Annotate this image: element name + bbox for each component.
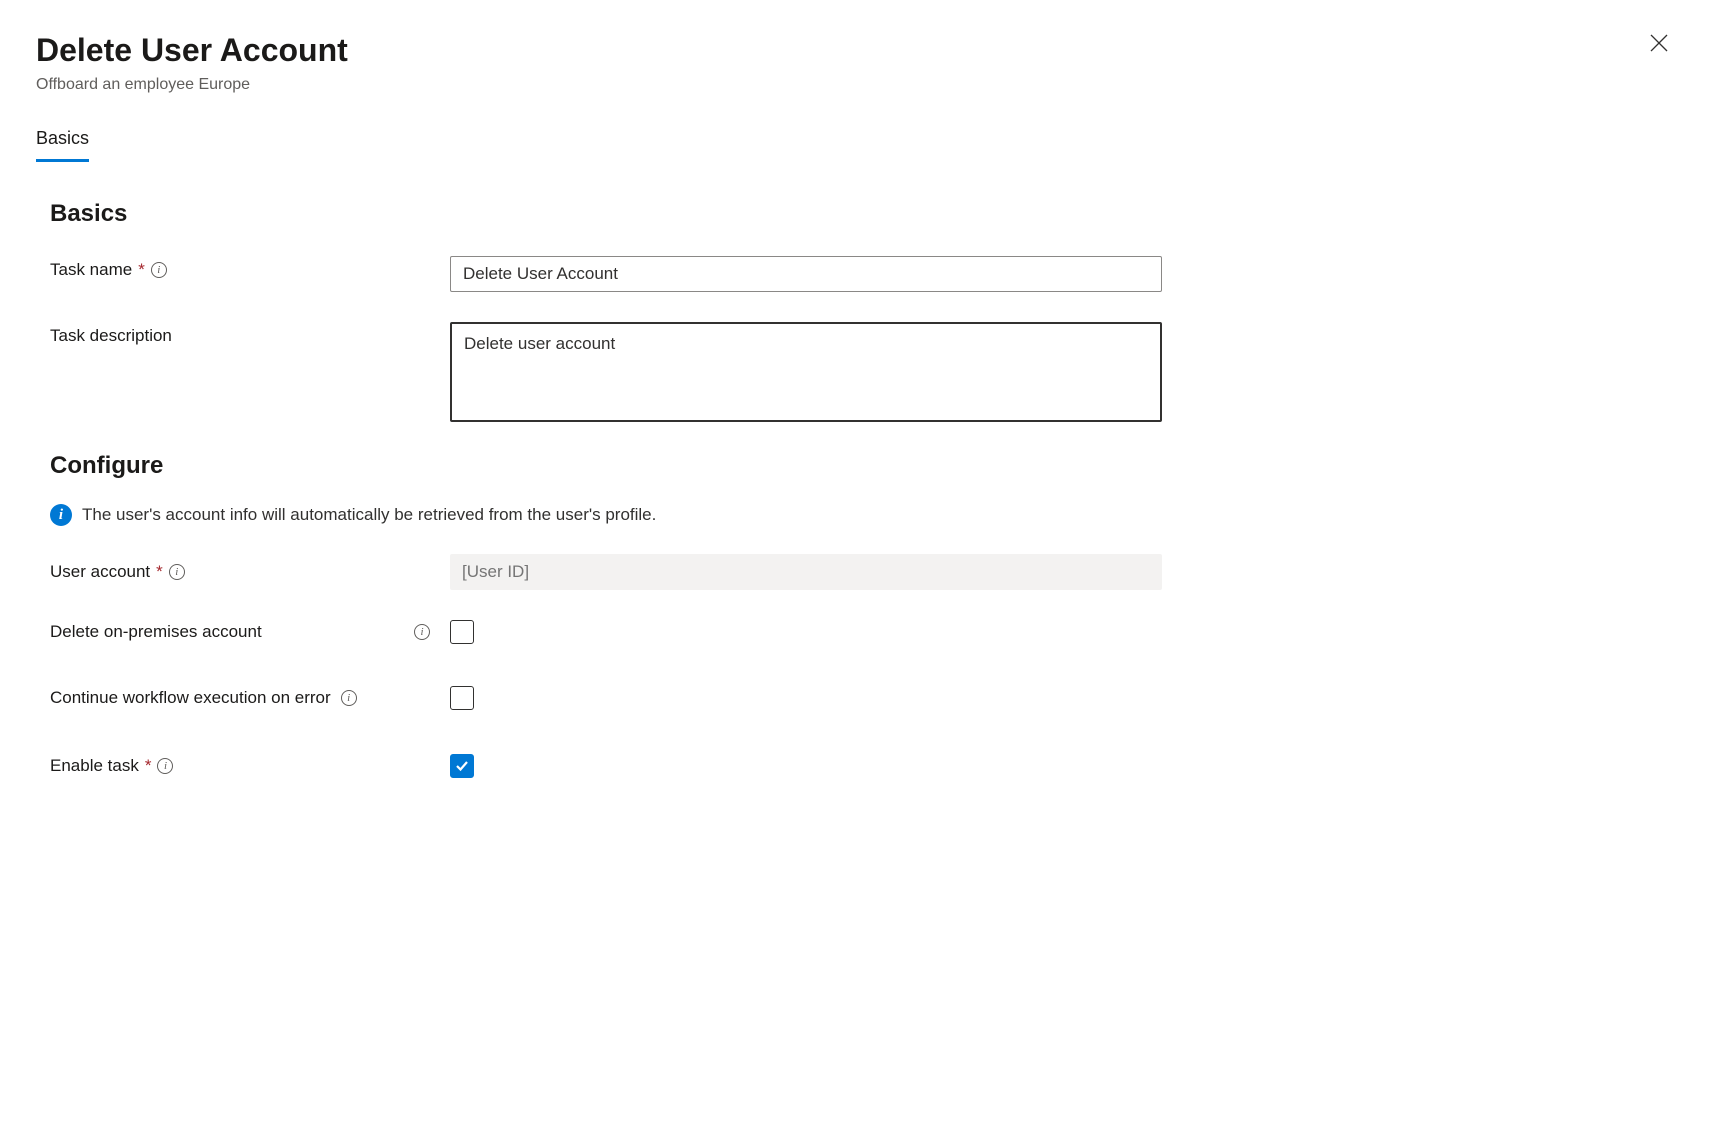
- delete-on-prem-checkbox[interactable]: [450, 620, 474, 644]
- info-icon[interactable]: i: [414, 624, 430, 640]
- task-description-input[interactable]: Delete user account: [450, 322, 1162, 422]
- task-description-label-text: Task description: [50, 322, 172, 350]
- required-asterisk: *: [156, 558, 163, 586]
- continue-on-error-label: Continue workflow execution on error: [50, 688, 331, 708]
- delete-on-prem-label: Delete on-premises account: [50, 622, 352, 642]
- info-banner-text: The user's account info will automatical…: [82, 505, 656, 525]
- tabs: Basics: [36, 128, 1674, 162]
- tab-basics[interactable]: Basics: [36, 128, 89, 162]
- task-name-input[interactable]: [450, 256, 1162, 292]
- close-button[interactable]: [1644, 30, 1674, 60]
- close-icon: [1650, 34, 1668, 52]
- section-basics-heading: Basics: [50, 200, 1674, 228]
- page-title: Delete User Account: [36, 30, 348, 70]
- task-description-label: Task description: [50, 322, 450, 350]
- task-name-label: Task name * i: [50, 256, 450, 284]
- section-configure-heading: Configure: [50, 452, 1674, 480]
- info-icon[interactable]: i: [169, 564, 185, 580]
- enable-task-label-text: Enable task: [50, 752, 139, 780]
- enable-task-label: Enable task * i: [50, 752, 450, 780]
- check-icon: [455, 759, 469, 773]
- info-icon[interactable]: i: [151, 262, 167, 278]
- required-asterisk: *: [138, 256, 145, 284]
- user-account-input: [450, 554, 1162, 590]
- user-account-label: User account * i: [50, 558, 450, 586]
- info-icon[interactable]: i: [157, 758, 173, 774]
- info-banner-icon: i: [50, 504, 72, 526]
- enable-task-checkbox[interactable]: [450, 754, 474, 778]
- page-subtitle: Offboard an employee Europe: [36, 76, 348, 94]
- info-icon[interactable]: i: [341, 690, 357, 706]
- continue-on-error-checkbox[interactable]: [450, 686, 474, 710]
- required-asterisk: *: [145, 752, 152, 780]
- user-account-label-text: User account: [50, 558, 150, 586]
- task-name-label-text: Task name: [50, 256, 132, 284]
